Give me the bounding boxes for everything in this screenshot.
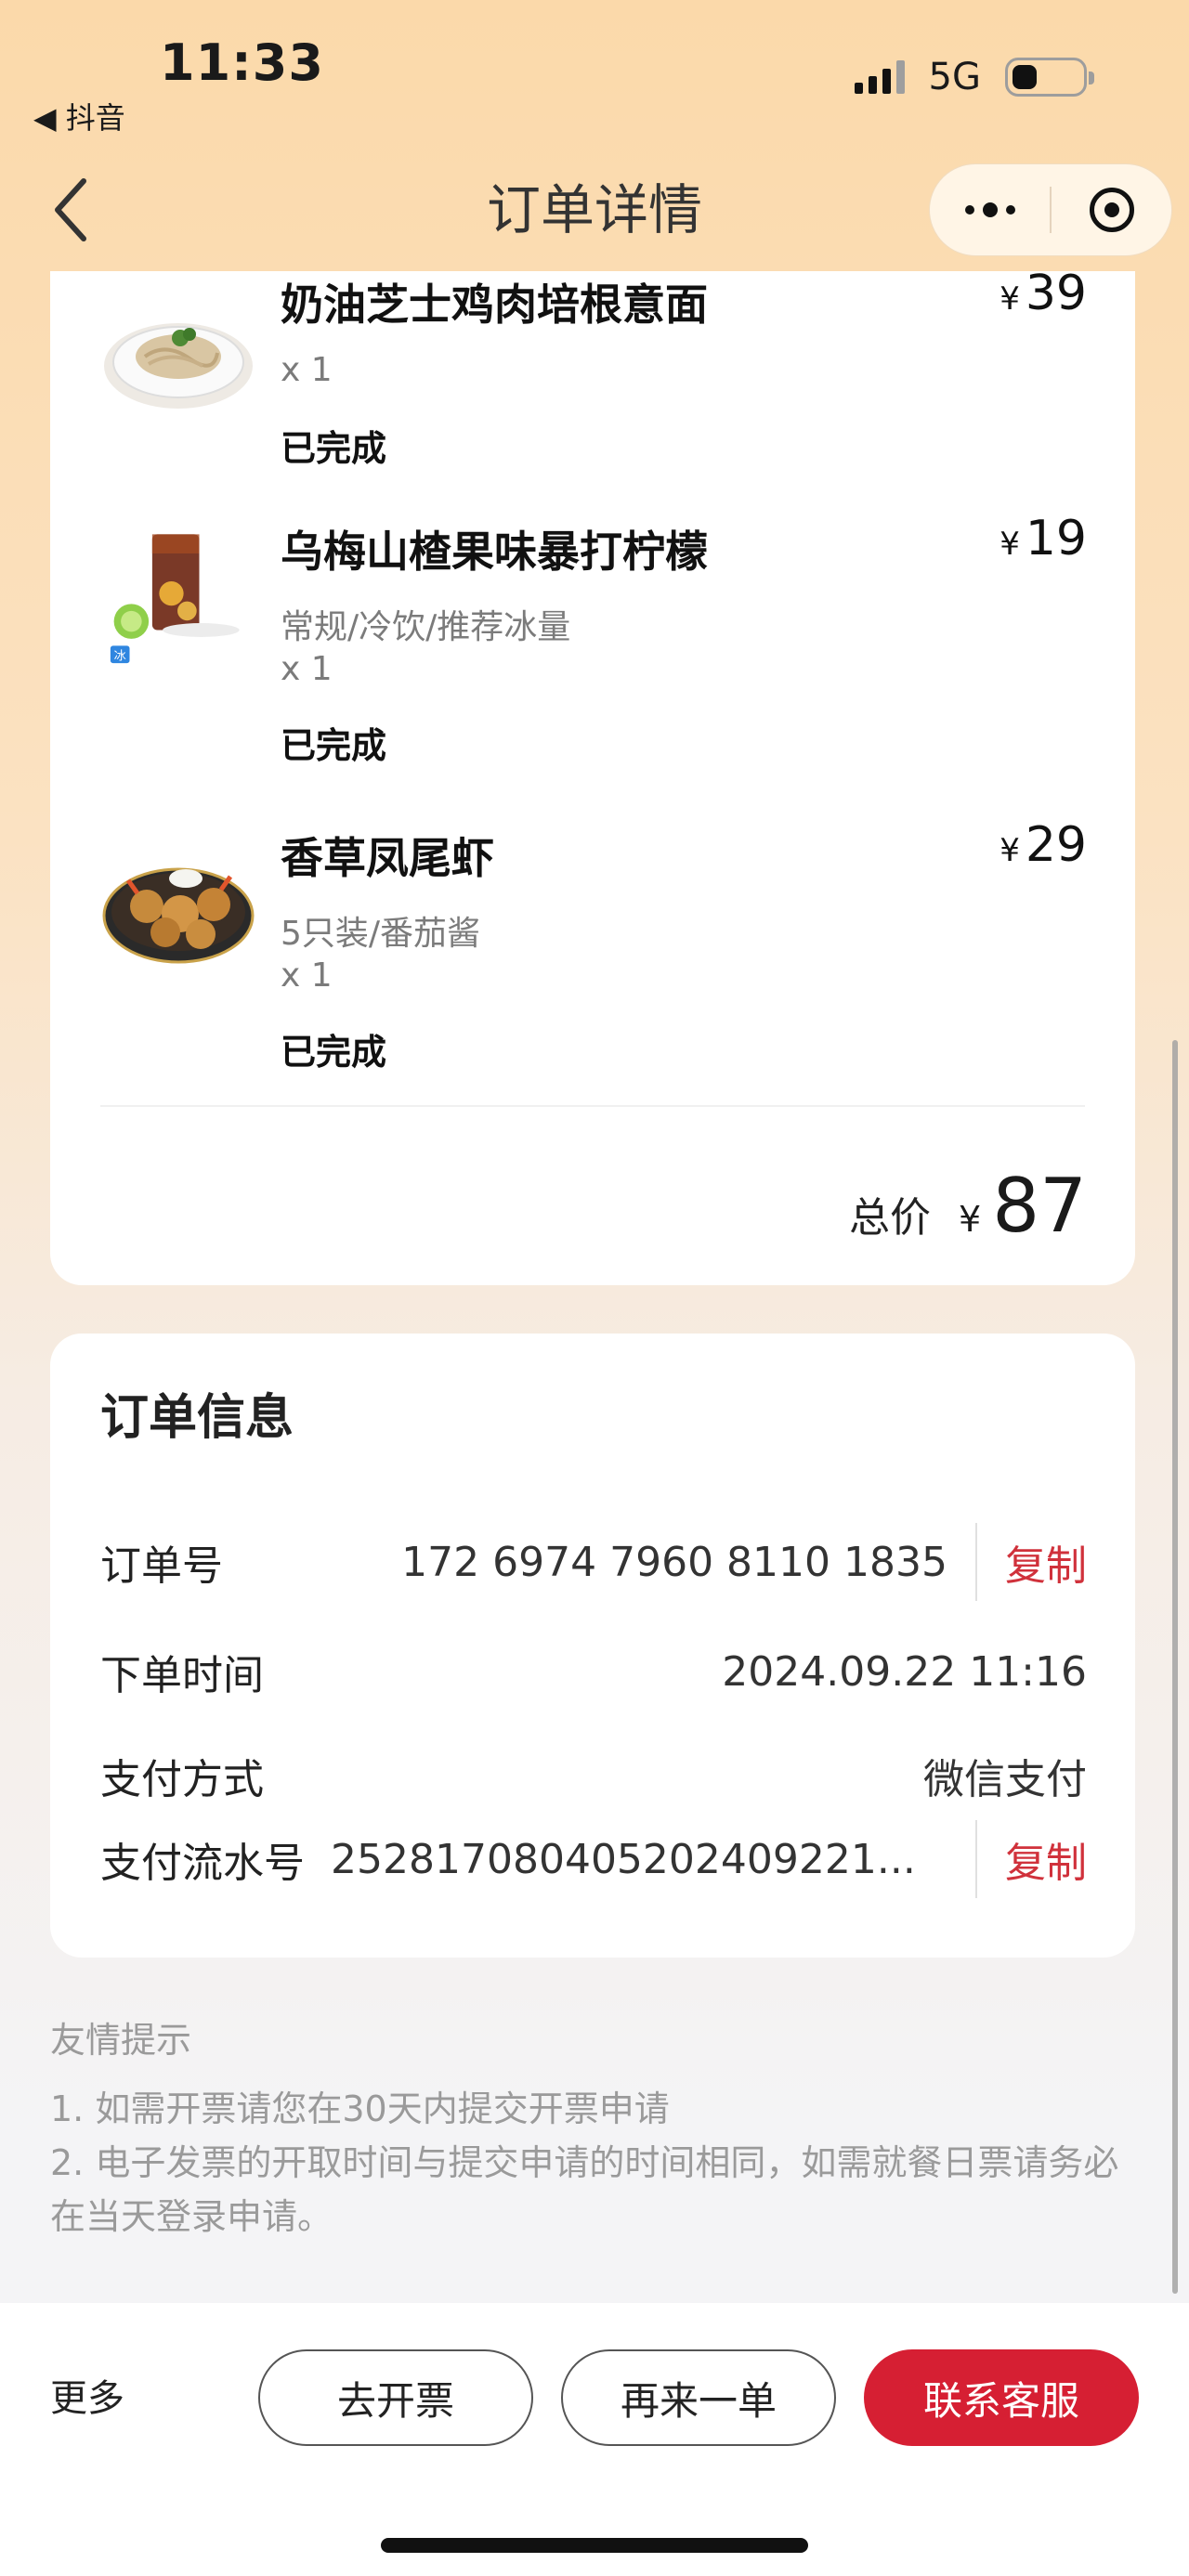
total-value: 87 — [992, 1163, 1087, 1249]
pay-method-row: 支付方式 微信支付 — [100, 1738, 1087, 1813]
item-quantity: x 1 — [281, 956, 333, 995]
order-time-label: 下单时间 — [100, 1652, 264, 1699]
more-button[interactable]: 更多 — [50, 2368, 124, 2422]
item-name: 香草凤尾虾 — [281, 833, 494, 883]
item-price: ¥39 — [1000, 266, 1087, 321]
item-name: 奶油芝士鸡肉培根意面 — [281, 280, 708, 330]
order-number-row: 订单号 172 6974 7960 8110 1835 复制 — [100, 1523, 1087, 1601]
item-spec: 5只装/番茄酱 — [281, 915, 481, 953]
pay-serial-row: 支付流水号 252817080405202409221... 复制 — [100, 1820, 1087, 1898]
home-indicator — [381, 2538, 808, 2553]
order-number-label: 订单号 — [100, 1542, 223, 1590]
network-type: 5G — [928, 56, 981, 98]
item-spec: 常规/冷饮/推荐冰量 — [281, 608, 571, 646]
item-status: 已完成 — [281, 428, 387, 469]
signal-icon — [854, 60, 905, 94]
pay-serial-label: 支付流水号 — [100, 1840, 305, 1887]
order-info-title: 订单信息 — [100, 1390, 294, 1446]
more-menu-button[interactable] — [930, 164, 1050, 255]
copy-pay-serial-button[interactable]: 复制 — [1005, 1829, 1087, 1889]
close-miniapp-button[interactable] — [1052, 164, 1171, 255]
divider — [100, 1105, 1085, 1107]
order-number-value: 172 6974 7960 8110 1835 — [401, 1538, 947, 1586]
order-items-card: 奶油芝士鸡肉培根意面 x 1 已完成 ¥39 冰 乌梅山楂果味暴打柠檬 常规/冷… — [50, 266, 1135, 1285]
tip-line: 1. 如需开票请您在30天内提交开票申请 — [50, 2088, 670, 2129]
reorder-button[interactable]: 再来一单 — [561, 2349, 836, 2446]
shrimp-image — [102, 867, 255, 964]
item-price: ¥29 — [1000, 817, 1087, 873]
pay-serial-value: 252817080405202409221... — [331, 1835, 916, 1883]
pasta-image — [104, 323, 253, 409]
pay-method-value: 微信支付 — [923, 1756, 1087, 1803]
bottom-action-bar: 更多 去开票 再来一单 联系客服 — [0, 2303, 1189, 2576]
tips-title: 友情提示 — [50, 2020, 192, 2061]
total-currency: ¥ — [959, 1199, 982, 1240]
scrollbar[interactable] — [1172, 1040, 1178, 2294]
battery-icon — [1005, 58, 1094, 97]
item-status: 已完成 — [281, 725, 387, 766]
total-label: 总价 — [849, 1194, 932, 1242]
item-price: ¥19 — [1000, 511, 1087, 566]
item-quantity: x 1 — [281, 650, 333, 688]
status-time: 11:33 — [160, 33, 324, 92]
item-status: 已完成 — [281, 1032, 387, 1073]
tip-line: 2. 电子发票的开取时间与提交申请的时间相同，如需就餐日票请务必在当天登录申请。 — [50, 2142, 1119, 2237]
target-icon — [1089, 188, 1134, 232]
pay-method-label: 支付方式 — [100, 1756, 264, 1803]
invoice-button[interactable]: 去开票 — [258, 2349, 533, 2446]
contact-service-button[interactable]: 联系客服 — [864, 2349, 1139, 2446]
item-badge: 冰 — [114, 648, 126, 663]
item-quantity: x 1 — [281, 351, 333, 389]
order-time-row: 下单时间 2024.09.22 11:16 — [100, 1634, 1087, 1709]
order-time-value: 2024.09.22 11:16 — [722, 1647, 1087, 1696]
order-info-card: 订单信息 订单号 172 6974 7960 8110 1835 复制 下单时间… — [50, 1334, 1135, 1958]
status-indicators: 5G — [854, 56, 1094, 98]
item-name: 乌梅山楂果味暴打柠檬 — [281, 527, 708, 577]
lemon-tea-image: 冰 — [110, 534, 240, 663]
back-to-app-link[interactable]: ◀ 抖音 — [33, 95, 125, 137]
copy-order-number-button[interactable]: 复制 — [1005, 1532, 1087, 1592]
total-price: 总价 ¥ 87 — [849, 1163, 1087, 1249]
miniapp-capsule — [929, 163, 1172, 256]
more-dots-icon — [964, 202, 1015, 217]
